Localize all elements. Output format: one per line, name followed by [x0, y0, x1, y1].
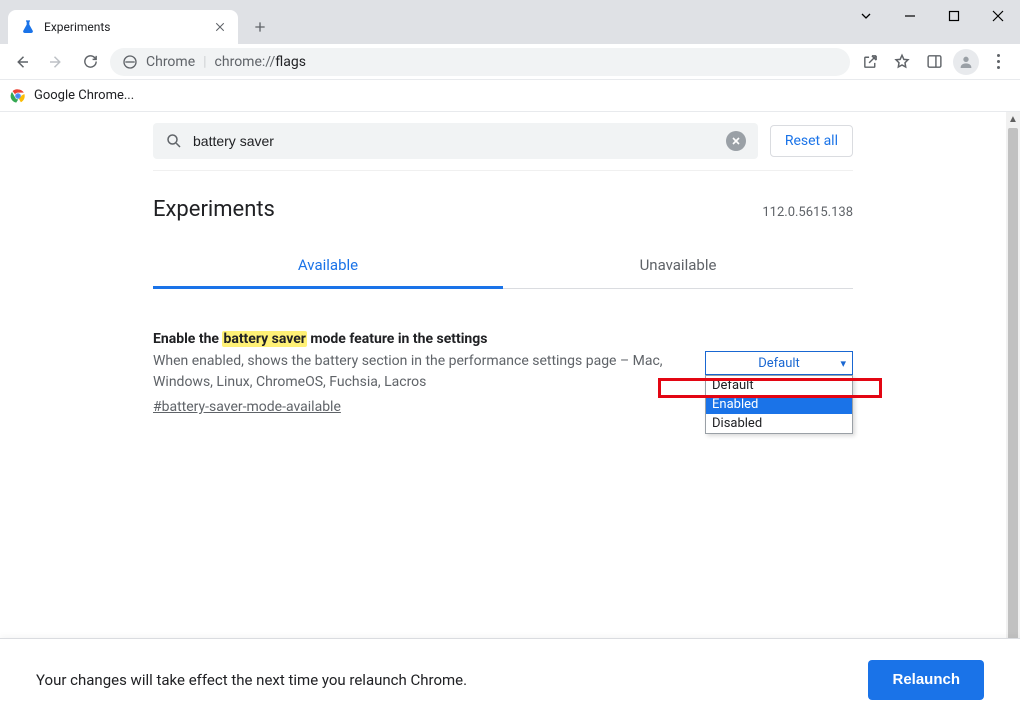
flag-description: When enabled, shows the battery section … — [153, 351, 685, 393]
tab-close-icon[interactable] — [212, 19, 228, 35]
relaunch-message: Your changes will take effect the next t… — [36, 671, 467, 689]
reset-all-button[interactable]: Reset all — [770, 125, 853, 157]
titlebar: Experiments — [0, 0, 1020, 44]
site-info-icon[interactable] — [122, 54, 138, 70]
flag-select[interactable]: Default ▾ — [705, 351, 853, 375]
back-button[interactable] — [8, 48, 36, 76]
search-row: Reset all — [153, 112, 853, 171]
chevron-down-icon: ▾ — [840, 357, 846, 370]
scroll-thumb[interactable] — [1008, 128, 1018, 704]
url-text: chrome://flags — [215, 54, 306, 70]
new-tab-button[interactable] — [246, 13, 274, 41]
minimize-button[interactable] — [888, 0, 932, 32]
flag-control: Default ▾ Default Enabled Disabled — [705, 331, 853, 415]
side-panel-icon[interactable] — [920, 48, 948, 76]
bookmark-item[interactable]: Google Chrome... — [34, 88, 134, 103]
relaunch-bar: Your changes will take effect the next t… — [0, 638, 1020, 720]
share-icon[interactable] — [856, 48, 884, 76]
scroll-up-arrow[interactable]: ▲ — [1006, 112, 1020, 126]
browser-tab[interactable]: Experiments — [8, 10, 238, 44]
chrome-icon — [10, 88, 26, 104]
content-area: Reset all Experiments 112.0.5615.138 Ava… — [0, 112, 1020, 720]
bookmarks-bar: Google Chrome... — [0, 80, 1020, 112]
vertical-scrollbar[interactable]: ▲ ▼ — [1006, 112, 1020, 720]
tabs: Available Unavailable — [153, 244, 853, 289]
reload-button[interactable] — [76, 48, 104, 76]
relaunch-button[interactable]: Relaunch — [868, 660, 984, 700]
search-input[interactable] — [193, 133, 716, 149]
site-label: Chrome — [146, 54, 195, 70]
chevron-down-icon[interactable] — [844, 0, 888, 32]
flag-title: Enable the battery saver mode feature in… — [153, 331, 685, 347]
search-box[interactable] — [153, 123, 758, 159]
select-current: Default — [758, 356, 800, 371]
flask-icon — [20, 19, 36, 35]
maximize-button[interactable] — [932, 0, 976, 32]
forward-button[interactable] — [42, 48, 70, 76]
address-bar[interactable]: Chrome | chrome://flags — [110, 48, 850, 76]
option-enabled[interactable]: Enabled — [706, 395, 852, 414]
bookmark-star-icon[interactable] — [888, 48, 916, 76]
clear-search-icon[interactable] — [726, 131, 746, 151]
option-default[interactable]: Default — [706, 376, 852, 395]
profile-avatar[interactable] — [952, 48, 980, 76]
page-title: Experiments — [153, 197, 275, 222]
separator: | — [203, 54, 206, 70]
tab-title: Experiments — [44, 20, 212, 34]
close-window-button[interactable] — [976, 0, 1020, 32]
option-disabled[interactable]: Disabled — [706, 414, 852, 433]
tab-unavailable[interactable]: Unavailable — [503, 244, 853, 288]
flag-anchor-link[interactable]: #battery-saver-mode-available — [153, 399, 341, 415]
tab-available[interactable]: Available — [153, 244, 503, 289]
version-text: 112.0.5615.138 — [762, 205, 853, 220]
browser-toolbar: Chrome | chrome://flags — [0, 44, 1020, 80]
kebab-menu-icon[interactable] — [984, 48, 1012, 76]
flag-item: Enable the battery saver mode feature in… — [153, 289, 853, 415]
window-controls — [844, 0, 1020, 32]
flag-dropdown: Default Enabled Disabled — [705, 375, 853, 434]
search-icon — [165, 132, 183, 150]
